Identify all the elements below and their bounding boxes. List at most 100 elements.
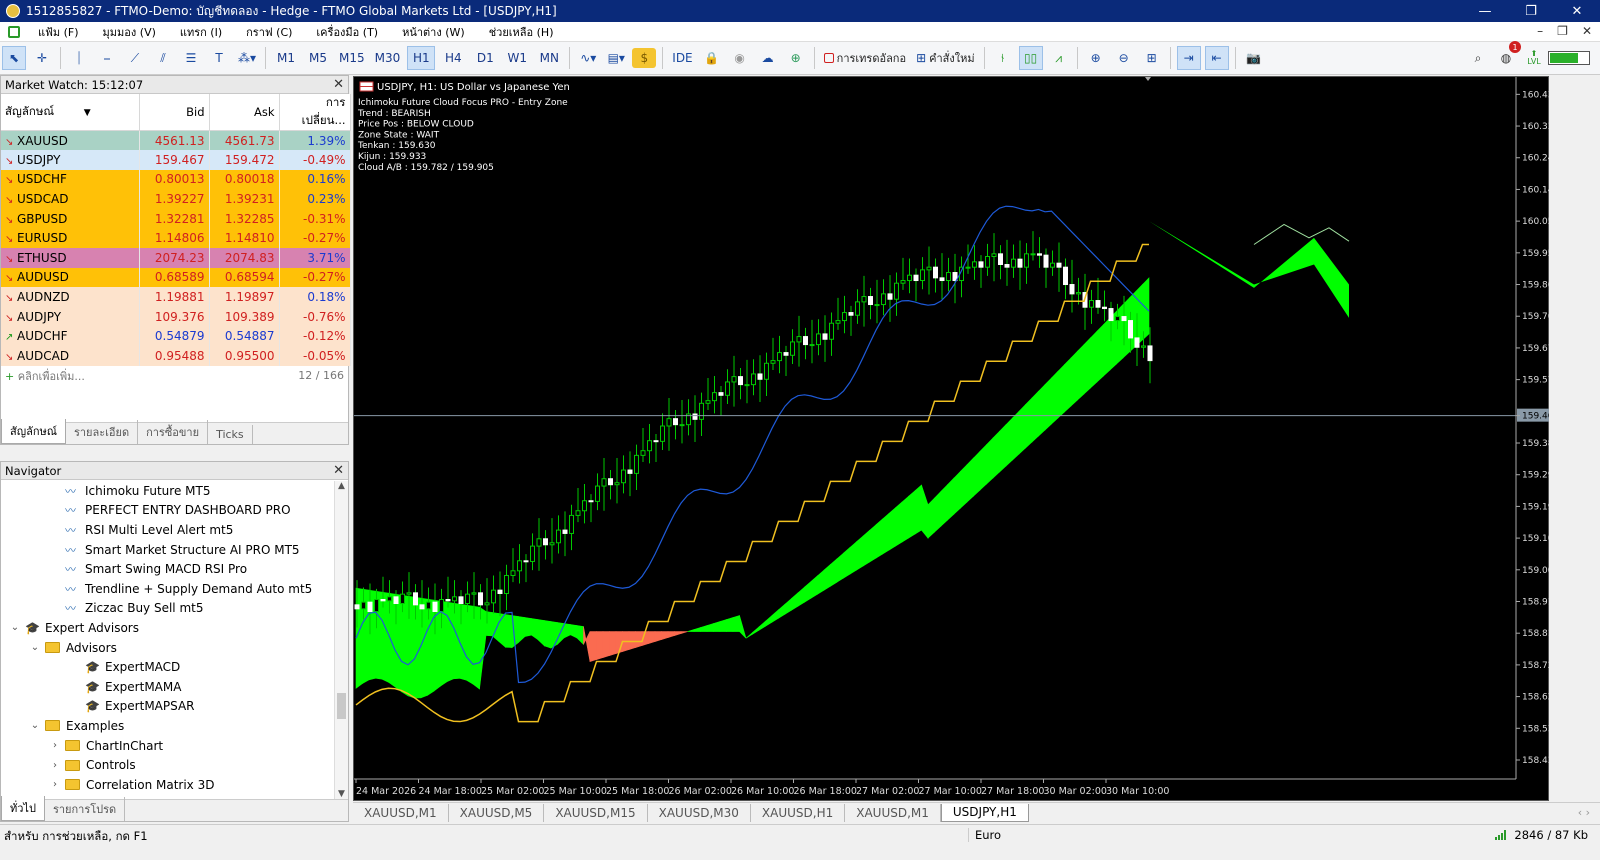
notifications-icon[interactable]: ◍ 1 (1494, 41, 1521, 70)
status-connection[interactable]: 2846 / 87 Kb (1495, 828, 1588, 842)
chart-type-icon[interactable]: ∿▾ (576, 46, 600, 70)
close-icon[interactable]: ✕ (333, 77, 344, 92)
close-button[interactable]: ✕ (1554, 0, 1600, 22)
new-order-button[interactable]: ⊞ คำสั่งใหม่ (913, 46, 978, 70)
navigator-item[interactable]: › ChartInChart (1, 736, 334, 756)
shop-icon[interactable]: 🔒 (700, 46, 724, 70)
tf-m5[interactable]: M5 (304, 46, 332, 70)
expand-icon[interactable]: › (49, 760, 61, 771)
navigator-item[interactable]: 〰 Ichimoku Future MT5 (1, 481, 334, 501)
collapse-icon[interactable]: ⌄ (9, 622, 21, 633)
market-watch-row[interactable]: ↘ AUDUSD 0.68589 0.68594 -0.27% (1, 267, 351, 288)
navigator-item[interactable]: 〰 Smart Swing MACD RSI Pro (1, 559, 334, 579)
market-watch-row[interactable]: ↘ AUDJPY 109.376 109.389 -0.76% (1, 306, 351, 327)
navigator-item[interactable]: › Controls (1, 755, 334, 775)
tf-m30[interactable]: M30 (372, 46, 404, 70)
vertical-line-icon[interactable]: ⏐ (67, 46, 91, 70)
terminal-menu-icon[interactable] (8, 25, 20, 38)
screenshot-icon[interactable]: 📷 (1242, 46, 1266, 70)
navigator-item[interactable]: ⌄ Examples (1, 716, 334, 736)
zoom-in-icon[interactable]: ⊕ (1084, 46, 1108, 70)
market-watch-row[interactable]: ↘ AUDNZD 1.19881 1.19897 0.18% (1, 287, 351, 307)
autoscroll-icon[interactable]: ⇥ (1176, 46, 1201, 70)
market-watch-row[interactable]: ↘ GBPUSD 1.32281 1.32285 -0.31% (1, 208, 351, 229)
col-ask[interactable]: Ask (209, 94, 280, 131)
status-profile[interactable]: Euro (968, 828, 1001, 842)
tf-m15[interactable]: M15 (336, 46, 368, 70)
scroll-up-icon[interactable]: ▲ (335, 481, 348, 491)
menu-help[interactable]: ช่วยเหลือ (H) (477, 23, 566, 41)
search-icon[interactable]: ⌕ (1466, 46, 1490, 70)
line-chart-icon[interactable]: ⩘ (1047, 46, 1071, 70)
cloud-icon[interactable]: ☁ (756, 46, 780, 70)
market-watch-row[interactable]: ↘ USDCAD 1.39227 1.39231 0.23% (1, 189, 351, 209)
tf-h4[interactable]: H4 (439, 46, 467, 70)
col-bid[interactable]: Bid (139, 94, 210, 131)
market-watch-row[interactable]: ↘ USDCHF 0.80013 0.80018 0.16% (1, 169, 351, 190)
collapse-icon[interactable]: ⌄ (29, 642, 41, 653)
navigator-item[interactable]: 🎓 ExpertMACD (1, 657, 334, 677)
cursor-icon[interactable]: ⬉ (2, 46, 26, 70)
tab-scroll-icons[interactable]: ‹ › (1578, 806, 1590, 819)
collapse-icon[interactable]: ⌄ (29, 720, 41, 731)
crosshair-icon[interactable]: ✛ (30, 46, 54, 70)
add-symbol-link[interactable]: + คลิกเพื่อเพิ่ม... (5, 367, 85, 385)
menu-view[interactable]: มุมมอง (V) (91, 23, 168, 41)
navigator-item[interactable]: 〰 Ziczac Buy Sell mt5 (1, 599, 334, 619)
horizontal-line-icon[interactable]: ⎯ (95, 46, 119, 70)
navigator-item[interactable]: 〰 Smart Market Structure AI PRO MT5 (1, 540, 334, 560)
menu-window[interactable]: หน้าต่าง (W) (390, 23, 477, 41)
menu-charts[interactable]: กราฟ (C) (234, 23, 304, 41)
tile-icon[interactable]: ⊞ (1140, 46, 1164, 70)
maximize-button[interactable]: ❐ (1508, 0, 1554, 22)
scroll-thumb[interactable] (337, 693, 346, 719)
tab-ticks[interactable]: Ticks (208, 425, 253, 444)
shapes-icon[interactable]: ⁂▾ (235, 46, 259, 70)
tab-symbols[interactable]: สัญลักษณ์ (1, 419, 66, 444)
navigator-scrollbar[interactable]: ▲ ▼ (334, 481, 348, 799)
price-chart[interactable]: 160.430 160.335 160.240 160.145 160.050 159.9… (354, 77, 1559, 802)
menu-insert[interactable]: แทรก (I) (168, 23, 234, 41)
expand-icon[interactable]: › (49, 740, 61, 751)
tf-mn[interactable]: MN (535, 46, 563, 70)
tab-common[interactable]: ทั่วไป (1, 796, 45, 821)
navigator-item[interactable]: ⌄ 🎓 Expert Advisors (1, 618, 334, 638)
tf-d1[interactable]: D1 (471, 46, 499, 70)
chart-tab[interactable]: XAUUSD,M5 (449, 803, 545, 822)
tf-w1[interactable]: W1 (503, 46, 531, 70)
navigator-item[interactable]: 〰 Trendline + Supply Demand Auto mt5 (1, 579, 334, 599)
market-icon[interactable]: $ (632, 48, 657, 68)
tf-m1[interactable]: M1 (272, 46, 300, 70)
menu-file[interactable]: แฟ้ม (F) (26, 23, 91, 41)
tab-trading[interactable]: การซื้อขาย (138, 420, 209, 444)
child-minimize-icon[interactable]: – (1537, 24, 1543, 38)
templates-icon[interactable]: ▤▾ (604, 46, 628, 70)
navigator-item[interactable]: 〰 PERFECT ENTRY DASHBOARD PRO (1, 501, 334, 521)
navigator-item[interactable]: 🎓 ExpertMAMA (1, 677, 334, 697)
tab-details[interactable]: รายละเอียด (66, 420, 139, 444)
close-icon[interactable]: ✕ (333, 463, 344, 478)
depth-icon[interactable]: ⫮ (991, 46, 1015, 70)
market-watch-row[interactable]: ↘ ETHUSD 2074.23 2074.83 3.71% (1, 248, 351, 268)
navigator-item[interactable]: 〰 RSI Multi Level Alert mt5 (1, 520, 334, 540)
chart-tab-active[interactable]: USDJPY,H1 (940, 803, 1029, 822)
chart-tab[interactable]: XAUUSD,M1 (353, 803, 449, 822)
menu-tools[interactable]: เครื่องมือ (T) (304, 23, 390, 41)
tf-h1[interactable]: H1 (407, 46, 436, 70)
child-close-icon[interactable]: ✕ (1582, 24, 1592, 38)
minimize-button[interactable]: — (1462, 0, 1508, 22)
col-symbol[interactable]: สัญลักษณ์ ▼ (1, 94, 140, 131)
chart-tab[interactable]: XAUUSD,M30 (648, 803, 751, 822)
col-change[interactable]: การเปลี่ยน... (279, 94, 351, 131)
trendline-icon[interactable]: ⟋ (123, 46, 147, 70)
zoom-out-icon[interactable]: ⊖ (1112, 46, 1136, 70)
market-watch-row[interactable]: ↘ XAUUSD 4561.13 4561.73 1.39% (1, 130, 351, 151)
ide-button[interactable]: IDE (669, 46, 695, 70)
text-icon[interactable]: T (207, 46, 231, 70)
fibo-icon[interactable]: ☰ (179, 46, 203, 70)
algo-trading-button[interactable]: การเทรดอัลกอ (821, 46, 909, 70)
vps-icon[interactable]: ⊕ (784, 46, 808, 70)
market-watch-row[interactable]: ↘ EURUSD 1.14806 1.14810 -0.27% (1, 228, 351, 249)
chart-shift-icon[interactable]: ⇤ (1204, 46, 1229, 70)
child-restore-icon[interactable]: ❐ (1557, 24, 1568, 38)
